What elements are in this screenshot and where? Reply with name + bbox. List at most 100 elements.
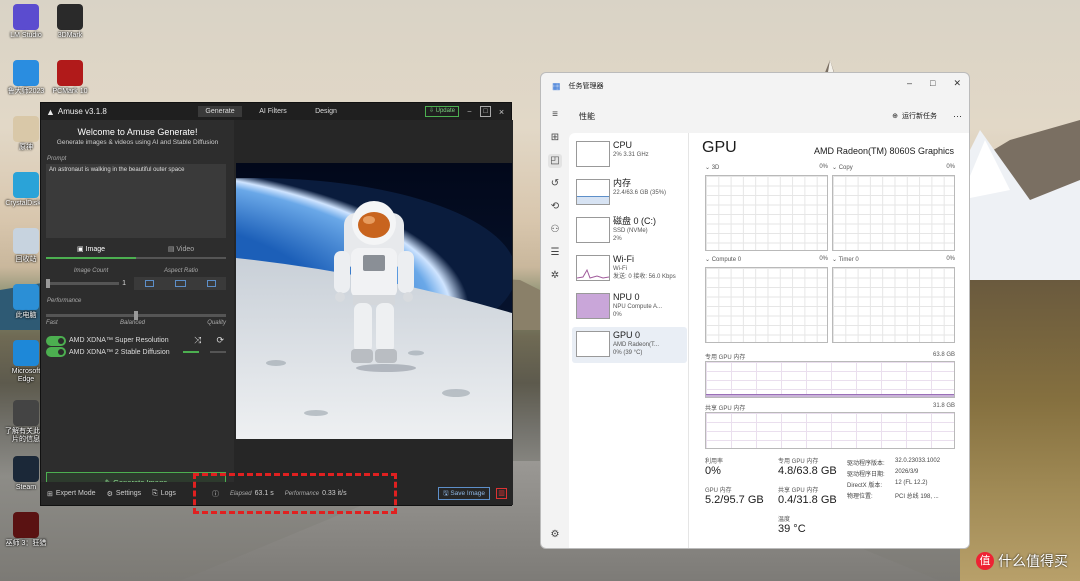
super-resolution-toggle[interactable] <box>46 335 66 346</box>
device-item[interactable]: GPU 0 AMD Radeon(T... 0% (39 °C) <box>572 327 687 363</box>
taskmgr-window-controls: – □ ✕ <box>907 78 961 89</box>
desktop-icon[interactable]: 3DMark <box>48 4 92 40</box>
expert-mode-label: Expert Mode <box>55 490 96 497</box>
performance-icon[interactable]: ◰ <box>548 154 562 168</box>
minimize-button[interactable]: – <box>464 108 475 115</box>
menu-icon[interactable]: ≡ <box>548 108 562 122</box>
driver-version-label: 驱动程序版本: <box>847 461 885 467</box>
device-thumbnail-graph <box>576 331 610 357</box>
watermark-text: 什么值得买 <box>998 553 1068 569</box>
toggle-row-super-resolution: AMD XDNA™ Super Resolution ⤨ ⟳ <box>46 335 226 346</box>
details-icon[interactable]: ☰ <box>548 246 562 260</box>
device-text: Wi-Fi Wi-Fi 发送: 0 接收: 56.0 Kbps <box>613 251 676 287</box>
device-item[interactable]: NPU 0 NPU Compute A... 0% <box>572 289 687 325</box>
directx-label: DirectX 版本: <box>847 483 883 489</box>
engine-compute-pct: 0% <box>819 256 828 262</box>
app-icon <box>13 512 39 538</box>
minimize-button[interactable]: – <box>907 78 912 89</box>
device-thumbnail-graph <box>576 293 610 319</box>
startup-apps-icon[interactable]: ⟲ <box>548 200 562 214</box>
desktop-icon-label: 3DMark <box>57 32 83 39</box>
image-count-slider[interactable] <box>46 279 120 288</box>
shared-memory-stat: 共享 GPU 内存 0.4/31.8 GB <box>778 485 837 507</box>
welcome-heading: Welcome to Amuse Generate! <box>77 127 198 137</box>
app-icon <box>13 172 39 198</box>
close-button[interactable]: × <box>496 107 507 117</box>
nav-design[interactable]: Design <box>304 106 348 117</box>
performance-slider[interactable] <box>46 311 226 320</box>
section-title: 性能 <box>579 111 595 121</box>
generated-astronaut-image <box>236 163 512 439</box>
tab-video[interactable]: ▤ Video <box>136 245 226 259</box>
video-icon: ▤ <box>167 246 175 253</box>
tab-image[interactable]: ▣ Image <box>46 245 136 259</box>
watermark-logo-icon: 值 <box>976 552 994 570</box>
app-icon <box>13 340 39 366</box>
desktop-icon[interactable]: LM Studio <box>4 4 48 40</box>
stable-diffusion-toggle[interactable] <box>46 347 66 357</box>
taskmgr-titlebar: ▦ 任务管理器 – □ ✕ <box>541 73 969 99</box>
location-row: 物理位置: PCI 总线 198, ... <box>847 491 967 500</box>
delete-image-button[interactable]: ▥ <box>496 488 507 499</box>
directx-row: DirectX 版本: 12 (FL 12.2) <box>847 480 967 489</box>
device-sub2: 0% <box>613 312 622 318</box>
dedicated-memory-header: 专用 GPU 内存 63.8 GB <box>705 352 955 361</box>
toggle-row-stable-diffusion: AMD XDNA™ 2 Stable Diffusion <box>46 347 226 357</box>
shared-mem-value: 0.4/31.8 GB <box>778 494 837 506</box>
temperature-label: 温度 <box>778 517 791 523</box>
desktop-icon[interactable]: 巫师 3：狂猎 <box>4 512 48 548</box>
desktop-icon[interactable]: PCMark 10 <box>48 60 92 96</box>
engine-copy-name: Copy <box>838 165 853 171</box>
aspect-landscape-icon[interactable] <box>206 280 216 287</box>
app-icon <box>57 4 83 30</box>
aspect-square-icon[interactable] <box>174 280 186 287</box>
device-name: 磁盘 0 (C:) <box>613 216 657 226</box>
more-options-button[interactable]: ··· <box>953 111 962 121</box>
services-icon[interactable]: ✲ <box>548 269 562 283</box>
device-sub1: SSD (NVMe) <box>613 228 648 234</box>
aspect-ratio-selector[interactable] <box>134 277 226 290</box>
shared-memory-graph <box>705 412 955 449</box>
update-label: Update <box>435 108 455 114</box>
new-task-label: 运行新任务 <box>902 113 937 120</box>
prompt-label: Prompt <box>47 156 67 162</box>
settings-icon[interactable]: ⚙ <box>548 528 562 542</box>
shuffle-icon[interactable]: ⤨ <box>194 335 201 346</box>
image-count-label: Image Count <box>73 268 109 274</box>
nav-ai-filters[interactable]: AI Filters <box>251 106 295 117</box>
expert-mode-button[interactable]: ⊞ Expert Mode <box>47 490 96 498</box>
stable-diffusion-label: AMD XDNA™ 2 Stable Diffusion <box>69 348 170 356</box>
desktop-icon[interactable]: 鲁大师2023 <box>4 60 48 96</box>
nav-generate[interactable]: Generate <box>198 106 242 117</box>
utilization-value: 0% <box>705 465 721 477</box>
device-text: 磁盘 0 (C:) SSD (NVMe) 2% <box>613 213 656 249</box>
close-button[interactable]: ✕ <box>953 78 961 89</box>
prompt-textarea[interactable]: An astronaut is walking in the beautiful… <box>46 164 226 238</box>
logs-button[interactable]: ⎘ Logs <box>152 490 176 498</box>
device-item[interactable]: Wi-Fi Wi-Fi 发送: 0 接收: 56.0 Kbps <box>572 251 687 287</box>
maximize-button[interactable]: □ <box>480 106 491 117</box>
device-item[interactable]: CPU 2% 3.31 GHz <box>572 137 687 173</box>
save-image-button[interactable]: 🖫 Save Image <box>437 487 490 500</box>
aspect-portrait-icon[interactable] <box>144 280 154 287</box>
maximize-button[interactable]: □ <box>930 78 935 89</box>
dedicated-memory-stat: 专用 GPU 内存 4.8/63.8 GB <box>778 456 837 478</box>
users-icon[interactable]: ⚇ <box>548 223 562 237</box>
processes-icon[interactable]: ⊞ <box>548 131 562 145</box>
app-history-icon[interactable]: ↺ <box>548 177 562 191</box>
logs-icon: ⎘ <box>152 489 158 497</box>
super-resolution-label: AMD XDNA™ Super Resolution <box>69 337 169 344</box>
dedicated-memory-graph <box>705 361 955 398</box>
refresh-icon[interactable]: ⟳ <box>216 335 224 346</box>
device-item[interactable]: 磁盘 0 (C:) SSD (NVMe) 2% <box>572 213 687 249</box>
device-item[interactable]: 内存 22.4/63.6 GB (35%) <box>572 175 687 211</box>
desktop-icon-label: 巫师 3：狂猎 <box>5 540 47 547</box>
taskmgr-header: 性能 ⊕ 运行新任务 ··· <box>569 99 969 133</box>
engine-3d-pct: 0% <box>819 164 828 170</box>
update-button[interactable]: ⇩ Update <box>424 106 459 117</box>
engine-compute-header: ⌄ Compute 0 0% <box>705 256 828 263</box>
settings-button[interactable]: ⚙ Settings <box>107 490 142 498</box>
ded-mem-value: 4.8/63.8 GB <box>778 465 837 477</box>
run-new-task-button[interactable]: ⊕ 运行新任务 <box>892 111 937 121</box>
utilization-stat: 利用率 0% <box>705 456 723 478</box>
